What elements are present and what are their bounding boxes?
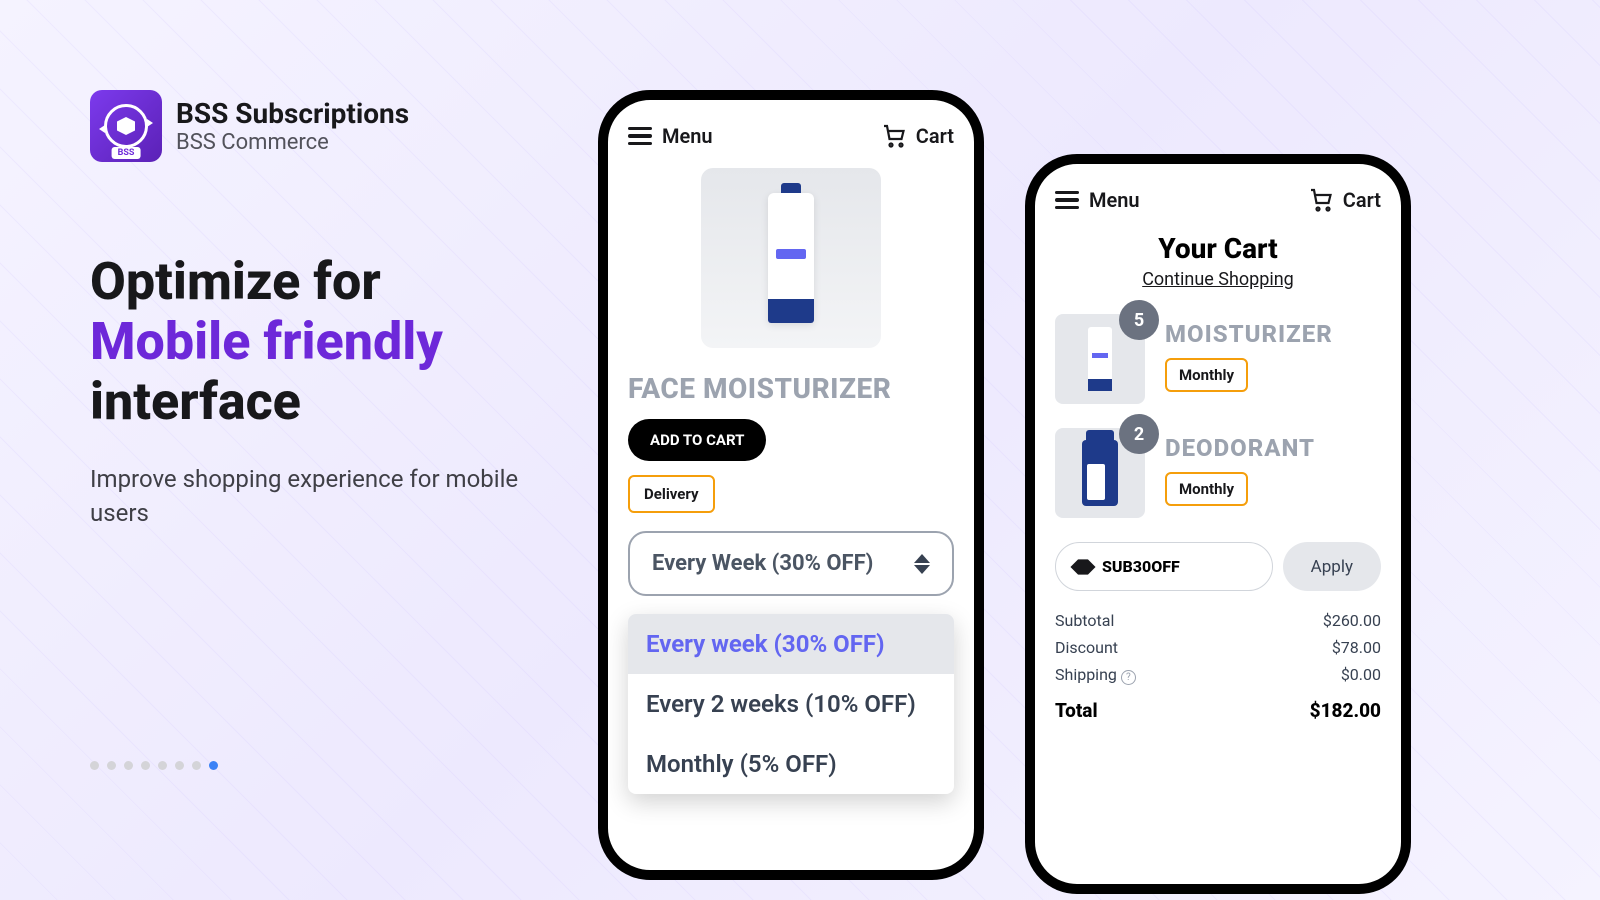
cart-label: Cart [1343,188,1381,212]
carousel-dot[interactable] [90,761,99,770]
subtotal-value: $260.00 [1323,611,1381,630]
headline-line1: Optimize for [90,251,381,312]
cart-button[interactable]: Cart [882,124,954,148]
hamburger-icon [628,127,652,146]
apply-coupon-button[interactable]: Apply [1283,542,1381,591]
total-label: Total [1055,699,1098,722]
add-to-cart-button[interactable]: ADD TO CART [628,419,766,461]
frequency-option[interactable]: Monthly (5% OFF) [628,734,954,794]
shipping-label: Shipping? [1055,665,1136,685]
frequency-select[interactable]: Every Week (30% OFF) [628,531,954,596]
brand-subtitle: BSS Commerce [176,130,409,155]
carousel-dot[interactable] [158,761,167,770]
carousel-dot[interactable] [124,761,133,770]
carousel-dots[interactable] [90,761,218,770]
brand-logo-icon: BSS [90,90,162,162]
brand-row: BSS BSS Subscriptions BSS Commerce [90,90,540,162]
brand-title: BSS Subscriptions [176,97,409,130]
frequency-badge: Monthly [1165,472,1248,506]
discount-value: $78.00 [1332,638,1381,657]
product-image [701,168,881,348]
headline-accent: Mobile friendly [90,311,443,372]
hamburger-icon [1055,191,1079,210]
stepper-arrows-icon [914,554,930,574]
cart-item-thumbnail: 2 [1055,428,1145,518]
cart-title: Your Cart [1055,232,1381,265]
menu-label: Menu [662,124,713,148]
phone-mockup-product: Menu Cart FACE MOISTURIZER ADD TO CART D… [598,90,984,880]
subtotal-label: Subtotal [1055,611,1114,630]
quantity-badge: 5 [1119,300,1159,340]
continue-shopping-link[interactable]: Continue Shopping [1055,269,1381,290]
carousel-dot[interactable] [141,761,150,770]
coupon-input[interactable]: SUB30OFF [1055,542,1273,591]
cart-item: 5 MOISTURIZER Monthly [1055,314,1381,404]
cart-item-thumbnail: 5 [1055,314,1145,404]
cart-item: 2 DEODORANT Monthly [1055,428,1381,518]
brand-logo-label: BSS [112,147,141,159]
headline-line3: interface [90,371,301,432]
cart-icon [1309,188,1333,212]
discount-row: Discount $78.00 [1055,638,1381,657]
discount-label: Discount [1055,638,1118,657]
carousel-dot-active[interactable] [209,761,218,770]
quantity-badge: 2 [1119,414,1159,454]
coupon-code: SUB30OFF [1102,557,1180,576]
info-icon[interactable]: ? [1121,670,1136,685]
cart-icon [882,124,906,148]
menu-button[interactable]: Menu [628,124,713,148]
left-content: BSS BSS Subscriptions BSS Commerce Optim… [0,0,540,531]
frequency-dropdown: Every week (30% OFF) Every 2 weeks (10% … [628,614,954,794]
product-title: FACE MOISTURIZER [628,372,954,405]
phone-mockup-cart: Menu Cart Your Cart Continue Shopping 5 … [1025,154,1411,894]
total-row: Total $182.00 [1055,699,1381,722]
tag-icon [1070,554,1095,579]
shipping-row: Shipping? $0.00 [1055,665,1381,685]
carousel-dot[interactable] [175,761,184,770]
menu-button[interactable]: Menu [1055,188,1140,212]
headline: Optimize for Mobile friendly interface [90,252,540,431]
subtotal-row: Subtotal $260.00 [1055,611,1381,630]
shipping-value: $0.00 [1341,665,1381,685]
delivery-badge: Delivery [628,475,715,513]
frequency-option[interactable]: Every week (30% OFF) [628,614,954,674]
frequency-badge: Monthly [1165,358,1248,392]
total-value: $182.00 [1310,699,1381,722]
carousel-dot[interactable] [192,761,201,770]
cart-item-name: MOISTURIZER [1165,320,1333,348]
cart-item-name: DEODORANT [1165,434,1315,462]
frequency-option[interactable]: Every 2 weeks (10% OFF) [628,674,954,734]
cart-label: Cart [916,124,954,148]
carousel-dot[interactable] [107,761,116,770]
subtext: Improve shopping experience for mobile u… [90,463,530,530]
frequency-selected: Every Week (30% OFF) [652,551,873,576]
totals-section: Subtotal $260.00 Discount $78.00 Shippin… [1055,611,1381,722]
cart-button[interactable]: Cart [1309,188,1381,212]
menu-label: Menu [1089,188,1140,212]
